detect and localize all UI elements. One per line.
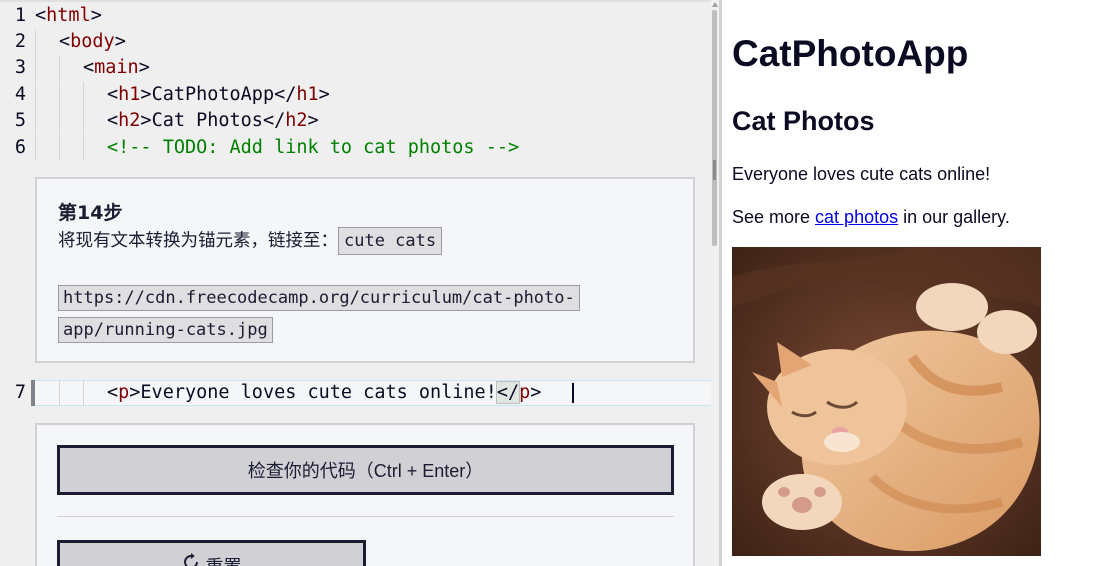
image-url: https://cdn.freecodecamp.org/curriculum/… (58, 285, 580, 343)
splitter-grip-icon[interactable] (713, 160, 716, 180)
code-line[interactable]: 4 <h1>CatPhotoApp</h1> (0, 82, 712, 108)
code-content[interactable]: <h2>Cat Photos</h2> (107, 108, 319, 134)
indent-guide (35, 108, 36, 134)
code-content[interactable]: <p>Everyone loves cute cats online!</p> (107, 380, 541, 406)
freecodecamp-challenge-page: 1 <html> 2 <body> 3 <main> 4 <h1>CatPhot… (0, 0, 1105, 566)
preview-paragraph-1: Everyone loves cute cats online! (732, 164, 991, 184)
check-code-button[interactable]: 检查你的代码（Ctrl + Enter） (57, 445, 674, 495)
cat-photo-image (732, 247, 1041, 556)
step-description-text: 将现有文本转换为锚元素，链接至： (58, 231, 338, 251)
cat-illustration (732, 247, 1041, 556)
line-number: 6 (14, 137, 26, 158)
reset-button[interactable]: 重置 (57, 540, 366, 566)
code-line[interactable]: 6 <!-- TODO: Add link to cat photos --> (0, 135, 712, 161)
scroll-up-arrow-icon[interactable] (712, 2, 718, 7)
code-line-active[interactable]: 7 <p>Everyone loves cute cats online!</p… (0, 380, 712, 406)
inline-code-link-text: cute cats (338, 227, 443, 255)
text-cursor (572, 383, 574, 403)
preview-pane: CatPhotoApp Cat Photos Everyone loves cu… (722, 0, 1105, 566)
line-number: 1 (14, 5, 26, 26)
code-content[interactable]: <h1>CatPhotoApp</h1> (107, 82, 330, 108)
indent-guide (35, 29, 36, 55)
scrollbar-thumb[interactable] (712, 10, 717, 246)
code-line[interactable]: 5 <h2>Cat Photos</h2> (0, 108, 712, 134)
cat-photos-link[interactable]: cat photos (815, 207, 898, 227)
line-number: 5 (14, 110, 26, 131)
preview-paragraph-2: See more cat photos in our gallery. (732, 207, 1010, 227)
indent-guide (83, 82, 84, 108)
reset-button-label: 重置 (206, 553, 242, 566)
indent-guide (59, 55, 60, 81)
indent-guide (83, 380, 84, 406)
indent-guide (35, 135, 36, 161)
matched-bracket: </ (495, 381, 521, 404)
divider (57, 516, 674, 517)
editor-top-border (0, 0, 712, 2)
code-content[interactable]: <html> (35, 3, 102, 29)
code-editor[interactable]: 1 <html> 2 <body> 3 <main> 4 <h1>CatPhot… (0, 0, 712, 566)
indent-guide (35, 82, 36, 108)
step-instructions-panel: 第14步 将现有文本转换为锚元素，链接至： cute cats https://c… (35, 177, 695, 363)
indent-guide (59, 135, 60, 161)
indent-guide (59, 380, 60, 406)
step-title: 第14步 (58, 202, 123, 224)
step-description: 将现有文本转换为锚元素，链接至： cute cats (58, 227, 443, 255)
code-content[interactable]: <body> (59, 29, 126, 55)
action-panel: 检查你的代码（Ctrl + Enter） 重置 (35, 423, 695, 566)
preview-heading-1: CatPhotoApp (732, 33, 969, 74)
indent-guide (59, 108, 60, 134)
url-code-block: https://cdn.freecodecamp.org/curriculum/… (58, 282, 618, 346)
indent-guide (83, 108, 84, 134)
preview-heading-2: Cat Photos (732, 106, 875, 136)
line-number: 2 (14, 31, 26, 52)
code-line[interactable]: 3 <main> (0, 55, 712, 81)
code-line[interactable]: 1 <html> (0, 3, 712, 29)
indent-guide (59, 82, 60, 108)
indent-guide (35, 55, 36, 81)
code-comment[interactable]: <!-- TODO: Add link to cat photos --> (107, 135, 519, 161)
line-number: 7 (14, 382, 26, 403)
code-line[interactable]: 2 <body> (0, 29, 712, 55)
line-number: 3 (14, 57, 26, 78)
line-number: 4 (14, 84, 26, 105)
indent-guide (83, 135, 84, 161)
code-content[interactable]: <main> (83, 55, 150, 81)
reset-icon (183, 553, 198, 566)
